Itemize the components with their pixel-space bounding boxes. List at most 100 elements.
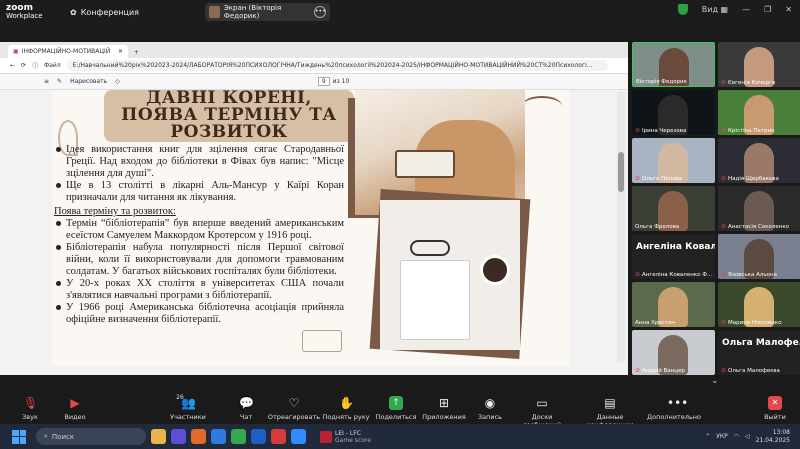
- mic-muted-icon: ⊘: [635, 367, 641, 374]
- screen-share-label: Экран (Вікторія Федорик): [223, 4, 282, 20]
- restore-icon[interactable]: ❐: [764, 5, 771, 14]
- mic-muted-icon: ⊘: [635, 127, 641, 134]
- participant-tile[interactable]: ⊘ Євгенія Кочерга: [718, 42, 800, 87]
- record-icon: ◉: [484, 396, 496, 410]
- view-menu[interactable]: Вид ▦: [702, 5, 728, 14]
- participant-tile[interactable]: ⊘ Андрій Ванцер: [632, 330, 715, 375]
- more-label: Дополнительно: [647, 413, 701, 421]
- eraser-icon[interactable]: ◇: [115, 78, 120, 85]
- video-label: Видео: [64, 413, 86, 421]
- book-decoration-icon: [302, 330, 342, 352]
- record-button[interactable]: ◉ Запись: [460, 394, 520, 421]
- pen-icon[interactable]: ✎: [57, 78, 62, 85]
- video-button[interactable]: ▶ Видео: [45, 394, 105, 421]
- security-shield-icon[interactable]: [677, 4, 688, 15]
- apps-icon: ⊞: [438, 396, 450, 410]
- browser-tabs: ▣ ІНФОРМАЦІЙНО-МОТИВАЦІЙ ✕ +: [0, 42, 628, 58]
- language-indicator[interactable]: УКР: [716, 433, 728, 440]
- pdf-app-icon[interactable]: [271, 429, 286, 444]
- windows-start-icon[interactable]: [12, 429, 26, 444]
- page-current[interactable]: 9: [317, 77, 330, 86]
- participant-tile[interactable]: ⊘ Ірина Черезова: [632, 90, 715, 135]
- pdf-scrollbar[interactable]: [617, 92, 625, 362]
- mic-muted-icon: ⊘: [721, 319, 727, 326]
- share-up-icon: ↑: [389, 396, 403, 410]
- scroll-thumb[interactable]: [618, 152, 624, 192]
- word-icon[interactable]: [251, 429, 266, 444]
- game-score-widget[interactable]: LEI - LFC Game score: [320, 430, 371, 444]
- board-icon: ▭: [536, 396, 548, 410]
- page-indicator: 9 из 10: [317, 77, 349, 86]
- edge-icon[interactable]: [211, 429, 226, 444]
- tab-close-icon[interactable]: ✕: [118, 48, 123, 55]
- participant-name: ⊘ Марина Ніколенко: [721, 319, 781, 326]
- pdf-slide: ДАВНІ КОРЕНІ, ПОЯВА ТЕРМІНУ ТА РОЗВИТОК …: [52, 90, 570, 366]
- participant-tile[interactable]: ⊘ Ольга Попова: [632, 138, 715, 183]
- info-icon[interactable]: ⓘ: [32, 61, 38, 70]
- participant-name: ⊘ Анастасія Соколенко: [721, 223, 789, 230]
- conference-menu[interactable]: ✿ Конференция: [70, 8, 139, 17]
- menu-icon[interactable]: ≡: [44, 78, 49, 85]
- mic-muted-icon: ⊘: [721, 175, 727, 182]
- more-button[interactable]: ••• Дополнительно: [644, 394, 704, 421]
- participant-tile[interactable]: ⊘ Анастасія Соколенко: [718, 186, 800, 231]
- close-icon[interactable]: ✕: [785, 5, 792, 14]
- participant-tile[interactable]: Ольга Малофе... ⊘Ольга Малофеєва: [718, 330, 800, 375]
- participant-tile[interactable]: Ангеліна Ковал... ⊘Ангеліна Коваленко Ф..…: [632, 234, 715, 279]
- hand-icon: ✋: [339, 396, 354, 410]
- participant-tile[interactable]: Вікторія Федорик: [632, 42, 715, 87]
- leave-icon: ✕: [768, 396, 782, 410]
- taskbar-search[interactable]: ⌕ Поиск: [36, 428, 146, 445]
- book-shape: [395, 150, 455, 178]
- browser-tab[interactable]: ▣ ІНФОРМАЦІЙНО-МОТИВАЦІЙ ✕: [8, 45, 128, 58]
- react-button[interactable]: ♡ Отреагировать: [264, 394, 324, 421]
- office-icon[interactable]: [191, 429, 206, 444]
- volume-icon[interactable]: ◁: [745, 433, 750, 440]
- clock[interactable]: 13:08 21.04.2025: [756, 429, 790, 445]
- title-line: РОЗВИТОК: [170, 122, 288, 142]
- chevron-up-icon[interactable]: ⌃: [705, 433, 710, 440]
- minimize-icon[interactable]: —: [742, 5, 750, 14]
- participant-tile[interactable]: ⊘ Крістіна Петрик: [718, 90, 800, 135]
- leave-label: Выйти: [764, 413, 786, 421]
- back-icon[interactable]: ←: [10, 62, 15, 69]
- participant-tile[interactable]: ⊘ Язовська Альона: [718, 234, 800, 279]
- clock-time: 13:08: [772, 428, 790, 436]
- url-field[interactable]: E:/Навчальний%20рік%202023-2024/ЛАБОРАТО…: [66, 60, 608, 71]
- view-label: Вид: [701, 5, 719, 14]
- sports-icon: [320, 430, 332, 443]
- participant-name: ⊘ Андрій Ванцер: [635, 367, 685, 374]
- gallery-next-chevron-icon[interactable]: ⌄: [711, 376, 719, 386]
- reload-icon[interactable]: ⟳: [21, 62, 26, 69]
- game-subtitle: Game score: [335, 436, 371, 444]
- teams-icon[interactable]: [171, 429, 186, 444]
- wifi-icon[interactable]: ◠: [734, 433, 739, 440]
- chat-label: Чат: [239, 413, 253, 421]
- draw-button[interactable]: Нарисовать: [70, 78, 107, 85]
- zoom-logo-sub: Workplace: [6, 12, 43, 20]
- chat-icon: 💬: [239, 396, 254, 410]
- leave-button[interactable]: ✕ Выйти: [745, 394, 800, 421]
- game-title: LEI - LFC: [335, 429, 361, 437]
- participant-tile[interactable]: ⊘ Надія Щербакова: [718, 138, 800, 183]
- participant-name-text: Анастасія Соколенко: [728, 223, 790, 230]
- participant-name-text: Язовська Альона: [728, 271, 777, 278]
- file-explorer-icon[interactable]: [151, 429, 166, 444]
- participant-display-name: Ольга Малофе...: [722, 338, 800, 348]
- screen-share-indicator[interactable]: Экран (Вікторія Федорик) •••: [205, 3, 330, 21]
- more-icon[interactable]: •••: [314, 6, 326, 18]
- participant-tile[interactable]: Анна Христич: [632, 282, 715, 327]
- participant-tile[interactable]: Ольга Фролова: [632, 186, 715, 231]
- zoom-app-icon[interactable]: [291, 429, 306, 444]
- participant-name: ⊘ Язовська Альона: [721, 271, 777, 278]
- participant-name: Вікторія Федорик: [636, 79, 687, 85]
- record-label: Запись: [477, 413, 503, 421]
- participant-name: ⊘ Ірина Черезова: [635, 127, 686, 134]
- new-tab-icon[interactable]: +: [134, 49, 139, 56]
- camera-off-icon: ▶: [70, 396, 80, 410]
- participant-gallery: Вікторія Федорик ⊘ Євгенія Кочерга ⊘ Ірина Ч…: [632, 42, 800, 387]
- participants-count: 26: [176, 394, 184, 401]
- participant-name-text: Надія Щербакова: [728, 175, 779, 182]
- participant-tile[interactable]: ⊘ Марина Ніколенко: [718, 282, 800, 327]
- chrome-icon[interactable]: [231, 429, 246, 444]
